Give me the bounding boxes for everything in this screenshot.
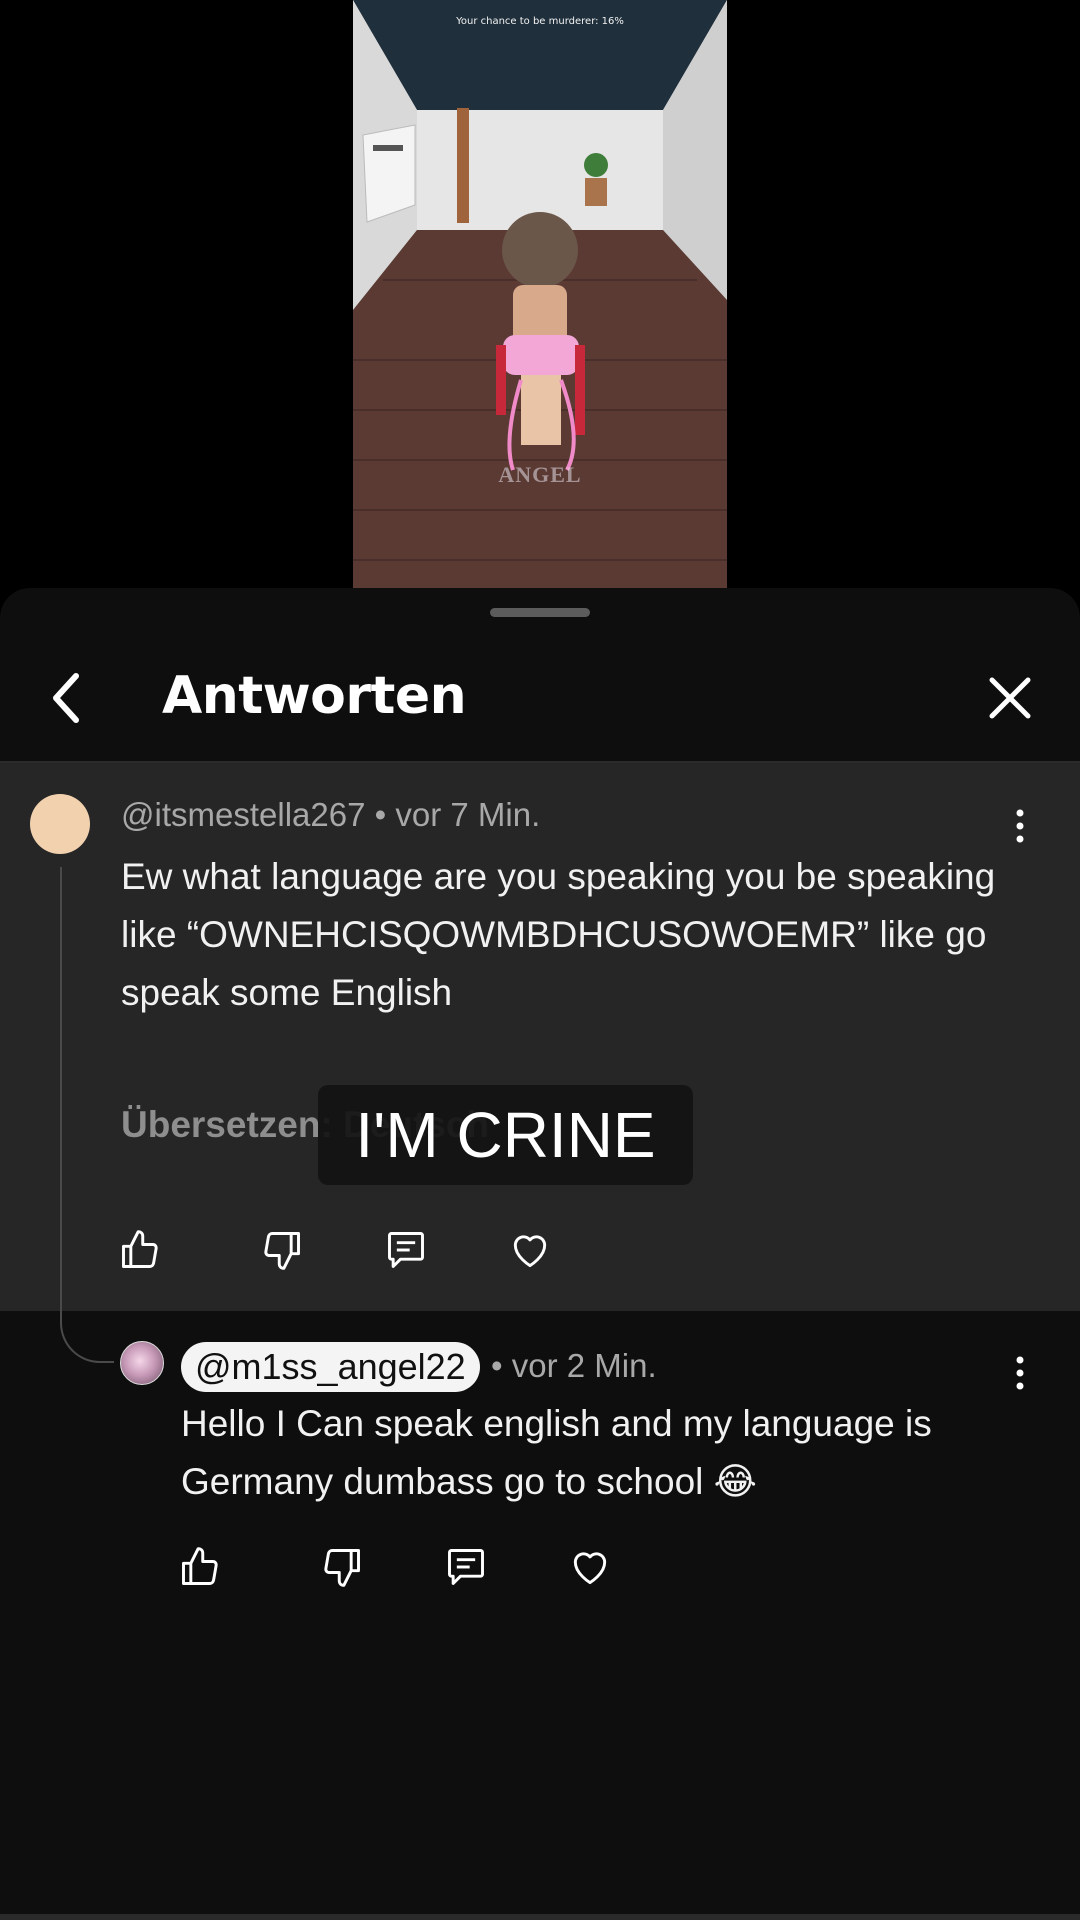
reply-icon[interactable] [384,1228,428,1272]
thumb-down-icon[interactable] [320,1545,364,1589]
close-icon[interactable] [980,668,1040,728]
heart-icon[interactable] [568,1545,612,1589]
thumb-down-icon[interactable] [260,1228,304,1272]
comment-time: vor 2 Min. [511,1347,657,1384]
reply-icon[interactable] [444,1545,488,1589]
avatar[interactable] [120,1341,164,1385]
game-hud-text: Your chance to be murderer: 16% [456,16,624,27]
reply-author-chip[interactable]: @m1ss_angel22 [181,1342,480,1392]
video-watermark: ANGEL [498,462,582,487]
heart-icon[interactable] [508,1228,552,1272]
comment-time: vor 7 Min. [395,796,541,833]
video-player[interactable]: Your chance to be murderer: 16% ANGEL [353,0,727,588]
bottom-edge [0,1914,1080,1920]
comment-author[interactable]: @itsmestella267 [121,796,365,833]
page-title: Antworten [162,666,467,726]
thread-connector [60,867,114,1363]
comment-meta: • vor 2 Min. [491,1347,657,1385]
avatar[interactable] [30,794,90,854]
comment-meta: @itsmestella267 • vor 7 Min. [121,796,540,834]
more-vert-icon[interactable] [1005,1353,1035,1393]
sheet-header: Antworten [0,648,1080,748]
drag-handle[interactable] [490,608,590,617]
comment-text: Hello I Can speak english and my languag… [181,1403,932,1502]
thumb-up-icon[interactable] [118,1228,162,1272]
game-scene-image [353,0,727,588]
meta-separator: • [374,796,396,833]
thumb-up-icon[interactable] [178,1545,222,1589]
meta-separator: • [491,1347,512,1384]
back-icon[interactable] [40,668,100,728]
more-vert-icon[interactable] [1005,806,1035,846]
comment-text: Ew what language are you speaking you be… [121,856,996,1013]
video-caption-overlay: I'M CRINE [318,1085,693,1185]
